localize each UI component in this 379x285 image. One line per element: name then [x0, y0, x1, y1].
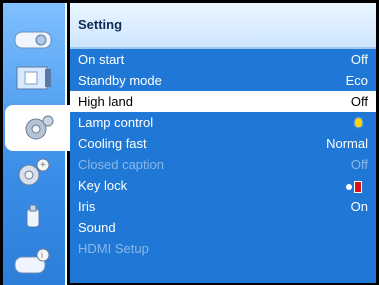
menu-item-value [346, 175, 368, 196]
sidebar-tab-input[interactable] [11, 61, 55, 95]
sidebar-tab-settings[interactable] [5, 105, 71, 151]
menu-item-label: Sound [78, 220, 116, 235]
sidebar: + i [3, 3, 71, 285]
settings-panel: Setting On start Off Standby mode Eco High l… [70, 3, 376, 283]
menu-item-value: Normal [326, 136, 368, 151]
svg-text:i: i [41, 250, 43, 260]
input-icon [16, 66, 51, 90]
svg-text:+: + [40, 160, 46, 171]
advanced-gears-icon: + [18, 158, 50, 186]
sidebar-tab-usb[interactable] [11, 201, 55, 235]
menu-item[interactable]: HDMI Setup [70, 238, 376, 259]
info-icon: i [14, 248, 50, 274]
page-title: Setting [78, 17, 123, 32]
menu-item[interactable]: Closed caption Off [70, 154, 376, 175]
menu-item-label: Lamp control [78, 115, 154, 130]
menu-item-label: HDMI Setup [78, 241, 149, 256]
menu-item[interactable]: Standby mode Eco [70, 70, 376, 91]
menu-item-value: Eco [345, 73, 368, 88]
menu-item-label: Key lock [78, 178, 128, 193]
menu-item[interactable]: Key lock [70, 175, 376, 196]
menu-item-label: High land [78, 94, 133, 109]
menu-item[interactable]: On start Off [70, 49, 376, 70]
menu-item[interactable]: Lamp control [70, 112, 376, 133]
osd-frame: + i Setting On start Off Standby mode Eco Hi… [0, 0, 379, 285]
projector-icon [14, 31, 52, 49]
settings-menu: On start Off Standby mode Eco High land Off La… [70, 49, 376, 259]
menu-item-label: Standby mode [78, 73, 162, 88]
menu-item-label: Iris [78, 199, 96, 214]
menu-item[interactable]: Cooling fast Normal [70, 133, 376, 154]
menu-item-label: On start [78, 52, 125, 67]
panel-header: Setting [70, 3, 376, 49]
menu-item[interactable]: Sound [70, 217, 376, 238]
menu-item-value: On [350, 199, 368, 214]
key-lock-icon [346, 181, 362, 193]
menu-item[interactable]: High land Off [70, 91, 376, 112]
menu-item-value [355, 112, 368, 133]
menu-item-label: Closed caption [78, 157, 164, 172]
sidebar-tab-projector[interactable] [11, 21, 55, 55]
sidebar-tab-info[interactable]: i [11, 245, 55, 279]
usb-icon [26, 204, 40, 228]
menu-item-value: Off [350, 94, 368, 109]
settings-gears-icon [25, 115, 54, 140]
menu-item-label: Cooling fast [78, 136, 147, 151]
menu-item[interactable]: Iris On [70, 196, 376, 217]
lamp-bulb-icon [355, 118, 362, 127]
menu-item-value: Off [350, 52, 368, 67]
sidebar-tab-advanced[interactable]: + [11, 155, 55, 189]
menu-item-value: Off [350, 157, 368, 172]
